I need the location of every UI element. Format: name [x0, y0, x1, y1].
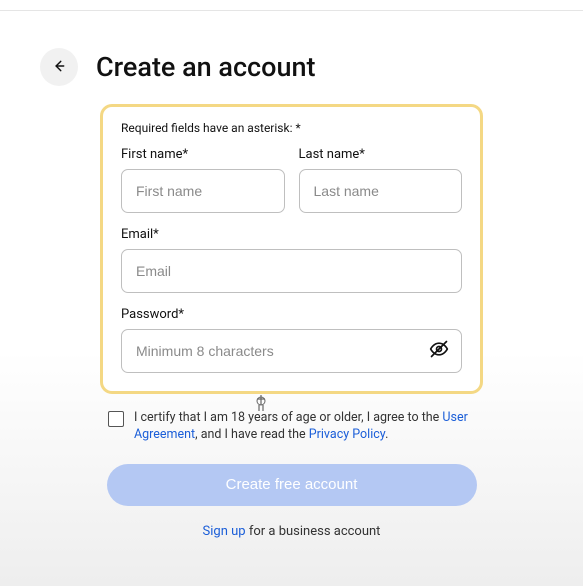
password-field-group: Password*: [121, 307, 462, 373]
first-name-field-group: First name*: [121, 147, 285, 213]
consent-text: I certify that I am 18 years of age or o…: [134, 410, 475, 444]
consent-row: I certify that I am 18 years of age or o…: [100, 410, 483, 444]
signup-form: Required fields have an asterisk: * Firs…: [100, 104, 483, 394]
business-signup-link[interactable]: Sign up: [203, 524, 246, 539]
email-input[interactable]: [121, 249, 462, 293]
consent-text-before: I certify that I am 18 years of age or o…: [134, 410, 442, 425]
back-button[interactable]: [40, 48, 78, 86]
first-name-input[interactable]: [121, 169, 285, 213]
arrow-left-icon: [52, 58, 66, 77]
consent-checkbox[interactable]: [108, 411, 124, 427]
last-name-field-group: Last name*: [299, 147, 463, 213]
create-account-button[interactable]: Create free account: [107, 464, 477, 506]
business-signup-row: Sign up for a business account: [0, 524, 583, 539]
password-input[interactable]: [121, 329, 462, 373]
email-field-group: Email*: [121, 227, 462, 293]
privacy-policy-link[interactable]: Privacy Policy: [309, 427, 385, 442]
business-signup-text: for a business account: [246, 524, 381, 539]
password-label: Password*: [121, 307, 462, 322]
consent-text-middle: , and I have read the: [195, 427, 309, 442]
first-name-label: First name*: [121, 147, 285, 162]
page-title: Create an account: [96, 51, 316, 83]
last-name-input[interactable]: [299, 169, 463, 213]
consent-text-end: .: [385, 427, 388, 442]
eye-off-icon: [429, 339, 449, 363]
last-name-label: Last name*: [299, 147, 463, 162]
header: Create an account: [0, 0, 583, 86]
required-fields-note: Required fields have an asterisk: *: [121, 121, 462, 135]
email-label: Email*: [121, 227, 462, 242]
top-divider: [0, 10, 583, 11]
toggle-password-visibility-button[interactable]: [426, 338, 452, 364]
